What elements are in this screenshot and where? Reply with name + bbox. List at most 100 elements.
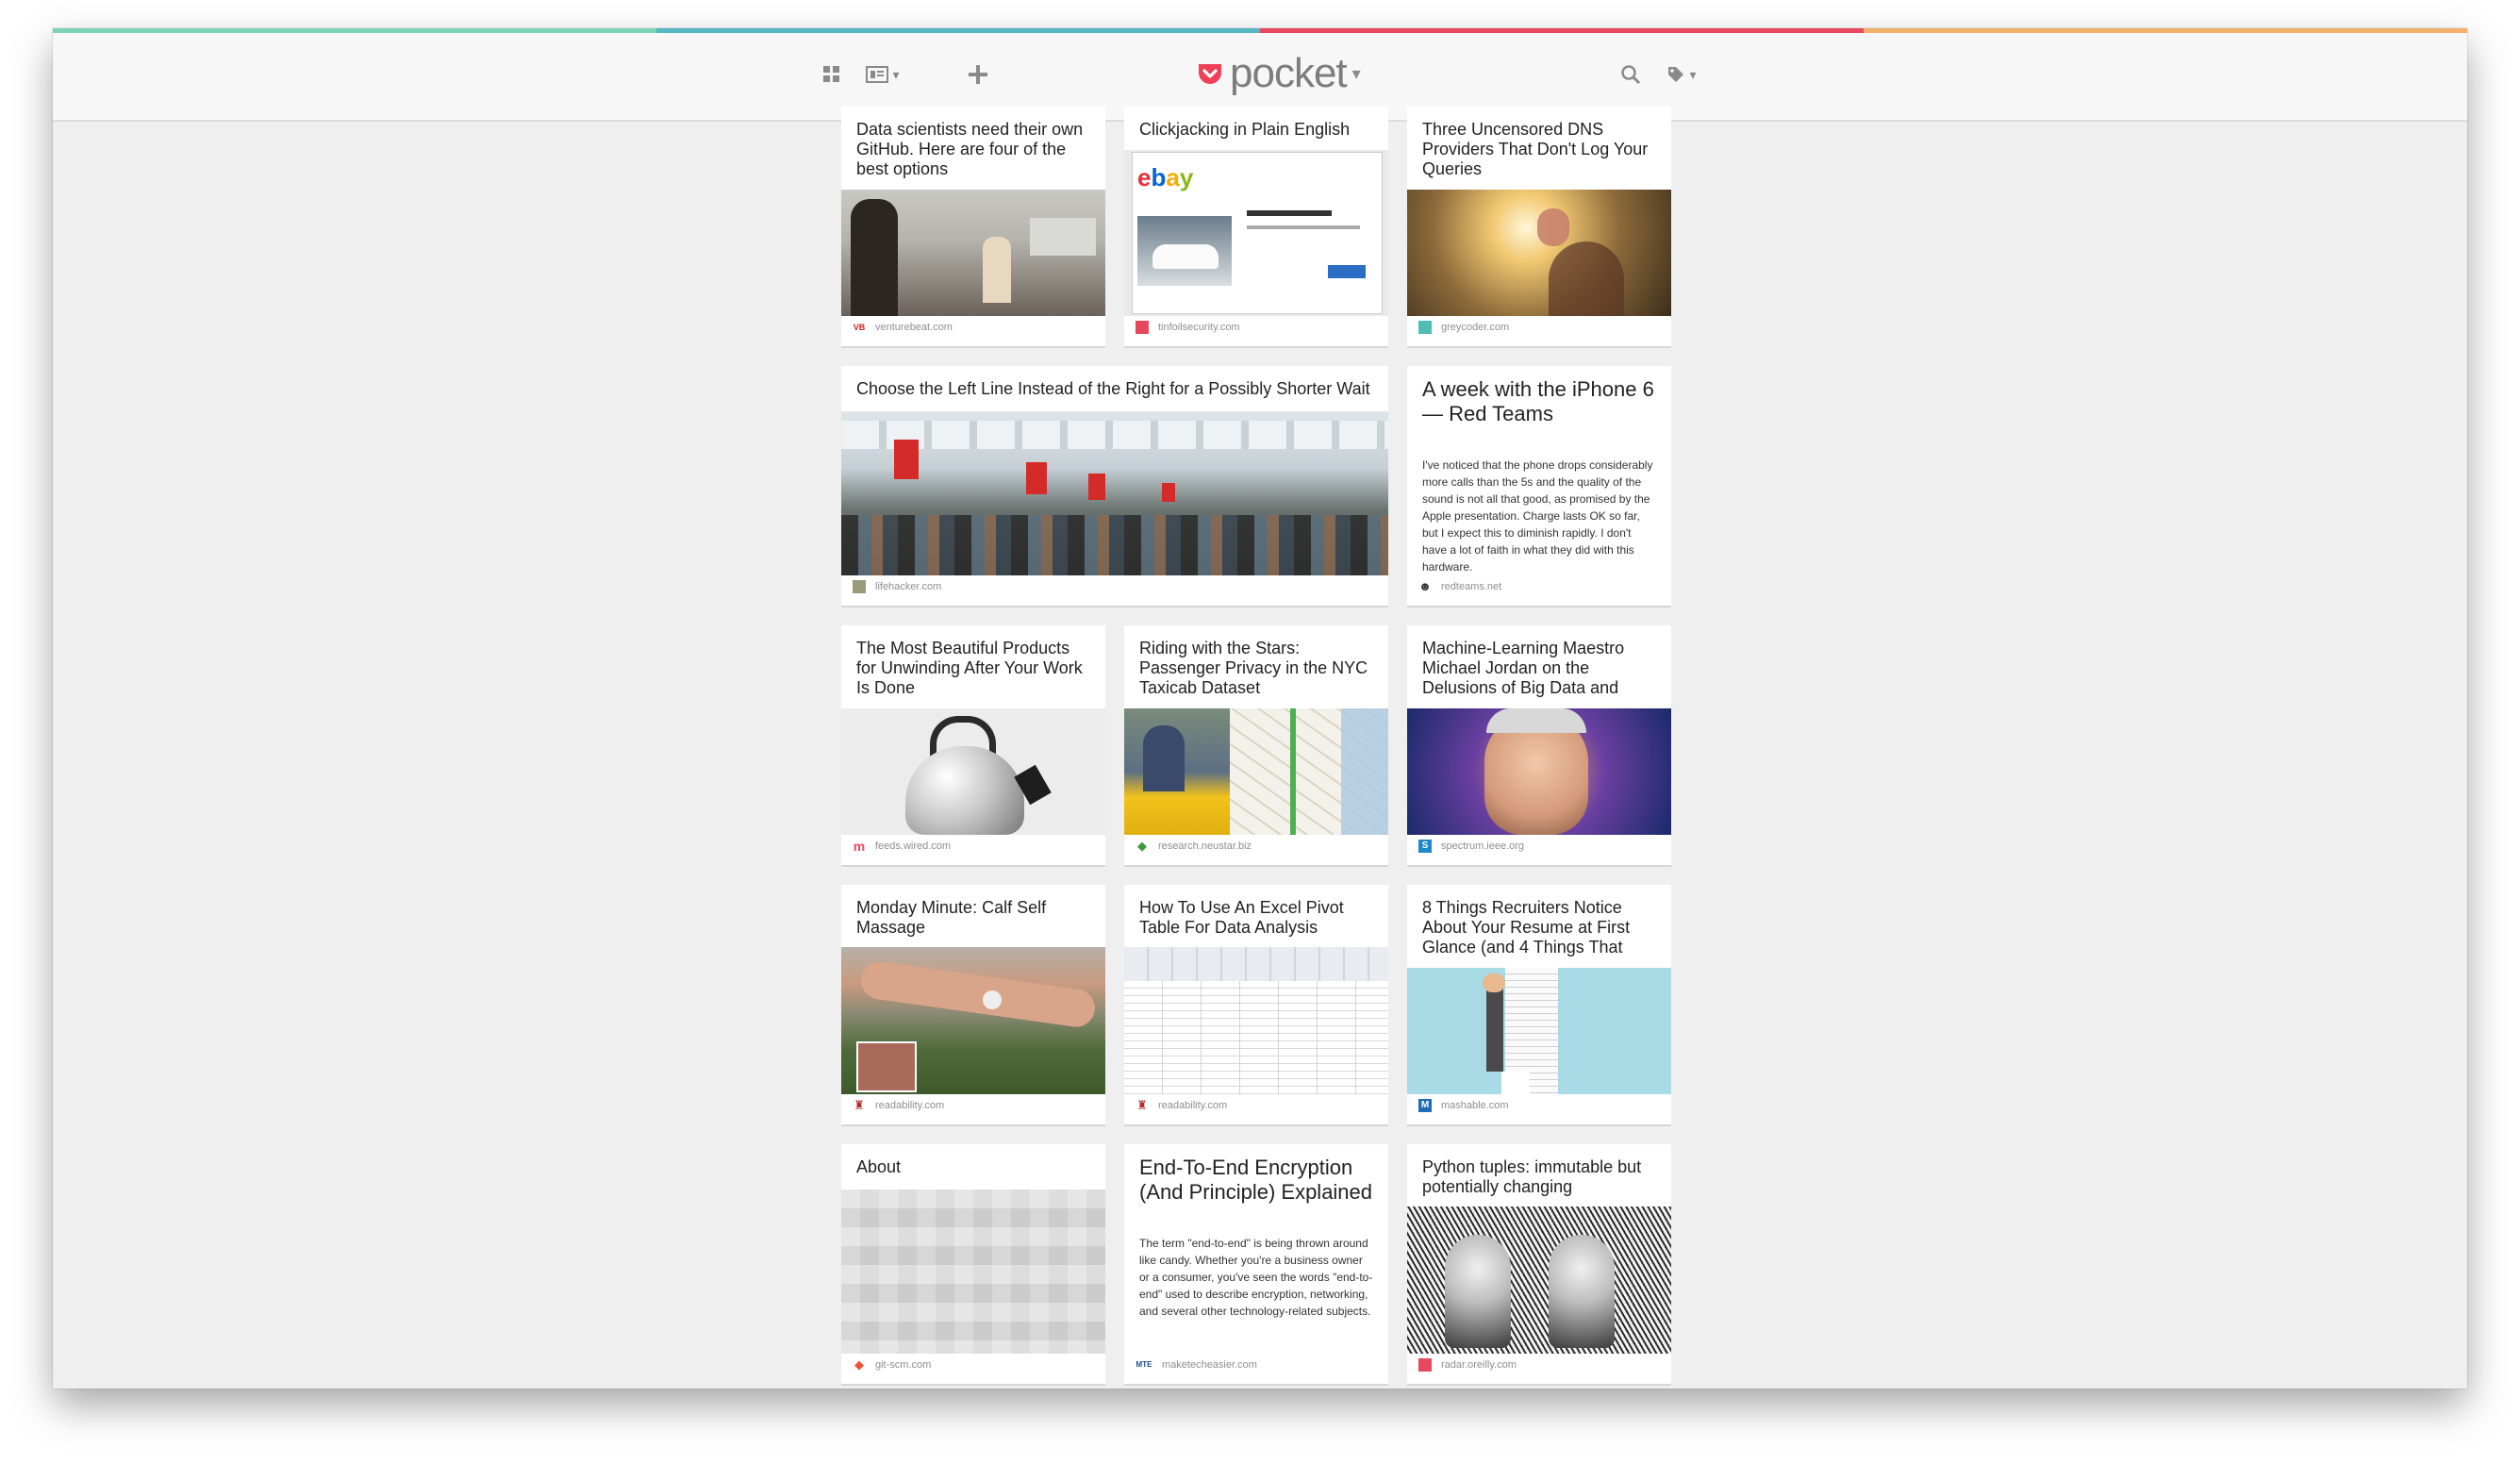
- article-thumbnail: [1124, 947, 1388, 1094]
- article-card[interactable]: 8 Things Recruiters Notice About Your Re…: [1407, 885, 1671, 1126]
- article-card[interactable]: Data scientists need their own GitHub. H…: [841, 107, 1105, 348]
- article-thumbnail: [1124, 708, 1388, 835]
- article-card[interactable]: How To Use An Excel Pivot Table For Data…: [1124, 885, 1388, 1126]
- source-domain: readability.com: [1158, 1100, 1228, 1111]
- article-card[interactable]: Riding with the Stars: Passenger Privacy…: [1124, 625, 1388, 867]
- article-title: Clickjacking in Plain English: [1139, 120, 1351, 139]
- article-source: M mashable.com: [1418, 1096, 1509, 1115]
- article-title: Choose the Left Line Instead of the Righ…: [856, 379, 1370, 398]
- article-card[interactable]: Monday Minute: Calf Self Massage ♜ reada…: [841, 885, 1105, 1126]
- pocket-logo-text: pocket: [1230, 50, 1348, 96]
- source-domain: maketecheasier.com: [1162, 1359, 1257, 1371]
- article-card[interactable]: Clickjacking in Plain English ebay tinfo…: [1124, 107, 1388, 348]
- article-thumbnail: [841, 190, 1105, 316]
- article-excerpt: I've noticed that the phone drops consid…: [1422, 458, 1653, 574]
- mashable-favicon: M: [1418, 1099, 1432, 1112]
- neustar-favicon: ◆: [1137, 839, 1147, 853]
- article-source: MTE maketecheasier.com: [1136, 1356, 1257, 1374]
- article-title: Data scientists need their own GitHub. H…: [856, 120, 1084, 178]
- source-domain: readability.com: [875, 1100, 945, 1111]
- oreilly-favicon: [1418, 1358, 1432, 1372]
- source-domain: mashable.com: [1441, 1100, 1509, 1111]
- article-source: ♜ readability.com: [853, 1096, 944, 1115]
- article-title: Riding with the Stars: Passenger Privacy…: [1139, 639, 1368, 697]
- article-source: lifehacker.com: [853, 577, 941, 596]
- source-domain: venturebeat.com: [875, 322, 953, 333]
- article-source: ♜ readability.com: [1136, 1096, 1227, 1115]
- article-source: S spectrum.ieee.org: [1418, 837, 1524, 856]
- article-card[interactable]: The Most Beautiful Products for Unwindin…: [841, 625, 1105, 867]
- source-domain: feeds.wired.com: [875, 840, 952, 852]
- wired-favicon: m: [853, 839, 866, 854]
- plus-icon: [969, 65, 987, 84]
- chevron-down-icon: ▾: [1689, 66, 1697, 82]
- article-thumbnail: [841, 708, 1105, 835]
- article-source: ☻ redteams.net: [1418, 577, 1501, 596]
- tinfoilsecurity-favicon: [1136, 321, 1149, 334]
- redteams-favicon: ☻: [1418, 579, 1432, 593]
- tag-icon: [1668, 67, 1684, 82]
- item-grid: Data scientists need their own GitHub. H…: [841, 107, 1681, 1389]
- source-domain: git-scm.com: [875, 1359, 932, 1371]
- article-thumbnail: [1407, 1206, 1671, 1354]
- venturebeat-favicon: VB: [853, 323, 866, 332]
- search-icon: [1621, 65, 1641, 85]
- readability-favicon: ♜: [1136, 1098, 1148, 1112]
- article-title: How To Use An Excel Pivot Table For Data…: [1139, 898, 1344, 937]
- article-thumbnail: [841, 1190, 1105, 1354]
- source-domain: greycoder.com: [1441, 322, 1510, 333]
- article-title: Monday Minute: Calf Self Massage: [856, 898, 1047, 937]
- article-source: VB venturebeat.com: [853, 318, 953, 337]
- lifehacker-favicon: [853, 580, 866, 593]
- chevron-down-icon: ▾: [892, 66, 900, 82]
- article-source: ◆ research.neustar.biz: [1136, 837, 1252, 856]
- article-card[interactable]: A week with the iPhone 6 — Red Teams I'v…: [1407, 366, 1671, 607]
- source-domain: lifehacker.com: [875, 581, 942, 592]
- search-button[interactable]: [1618, 59, 1643, 90]
- source-domain: research.neustar.biz: [1158, 840, 1252, 852]
- article-source: ◆ git-scm.com: [853, 1356, 931, 1374]
- list-view-icon: [866, 66, 889, 83]
- article-title: Python tuples: immutable but potentially…: [1422, 1157, 1642, 1196]
- article-thumbnail: [1407, 708, 1671, 835]
- source-domain: redteams.net: [1441, 581, 1502, 592]
- tags-dropdown[interactable]: ▾: [1662, 59, 1701, 90]
- source-domain: spectrum.ieee.org: [1441, 840, 1525, 852]
- article-title: 8 Things Recruiters Notice About Your Re…: [1422, 898, 1631, 957]
- article-card[interactable]: End-To-End Encryption (And Principle) Ex…: [1124, 1144, 1388, 1386]
- article-source: tinfoilsecurity.com: [1136, 318, 1240, 337]
- article-thumbnail: ebay: [1124, 150, 1388, 316]
- add-item-button[interactable]: [966, 59, 990, 90]
- readability-favicon: ♜: [854, 1098, 865, 1112]
- article-thumbnail: [841, 947, 1105, 1094]
- article-source: greycoder.com: [1418, 318, 1509, 337]
- article-card[interactable]: Python tuples: immutable but potentially…: [1407, 1144, 1671, 1386]
- tile-view-icon: [823, 66, 839, 82]
- article-card[interactable]: Machine-Learning Maestro Michael Jordan …: [1407, 625, 1671, 867]
- article-thumbnail: [841, 411, 1388, 575]
- ieee-spectrum-favicon: S: [1418, 840, 1432, 853]
- git-favicon: ◆: [854, 1357, 864, 1372]
- article-title: End-To-End Encryption (And Principle) Ex…: [1139, 1156, 1373, 1204]
- browser-window: ▾ pocket ▾ ▾ Data scientists need their …: [53, 28, 2467, 1389]
- article-title: The Most Beautiful Products for Unwindin…: [856, 639, 1083, 697]
- chevron-down-icon: ▾: [1351, 63, 1361, 83]
- article-title: Three Uncensored DNS Providers That Don'…: [1422, 120, 1649, 178]
- pocket-logo-menu[interactable]: pocket ▾: [1196, 46, 1361, 101]
- article-card[interactable]: Choose the Left Line Instead of the Righ…: [841, 366, 1388, 607]
- maketecheasier-favicon: MTE: [1136, 1360, 1152, 1369]
- pocket-logo-icon: [1199, 64, 1221, 84]
- source-domain: radar.oreilly.com: [1441, 1359, 1517, 1371]
- article-thumbnail: [1407, 190, 1671, 316]
- article-title: About: [856, 1157, 902, 1176]
- list-filter-dropdown[interactable]: ▾: [860, 59, 905, 90]
- article-source: radar.oreilly.com: [1418, 1356, 1517, 1374]
- article-card[interactable]: Three Uncensored DNS Providers That Don'…: [1407, 107, 1671, 348]
- article-card[interactable]: About ◆ git-scm.com: [841, 1144, 1105, 1386]
- tile-view-button[interactable]: [821, 59, 843, 90]
- article-excerpt: The term "end-to-end" is being thrown ar…: [1139, 1237, 1373, 1318]
- article-thumbnail: [1407, 968, 1671, 1094]
- article-source: m feeds.wired.com: [853, 837, 951, 856]
- article-title: Machine-Learning Maestro Michael Jordan …: [1422, 639, 1625, 697]
- article-title: A week with the iPhone 6 — Red Teams: [1422, 377, 1654, 425]
